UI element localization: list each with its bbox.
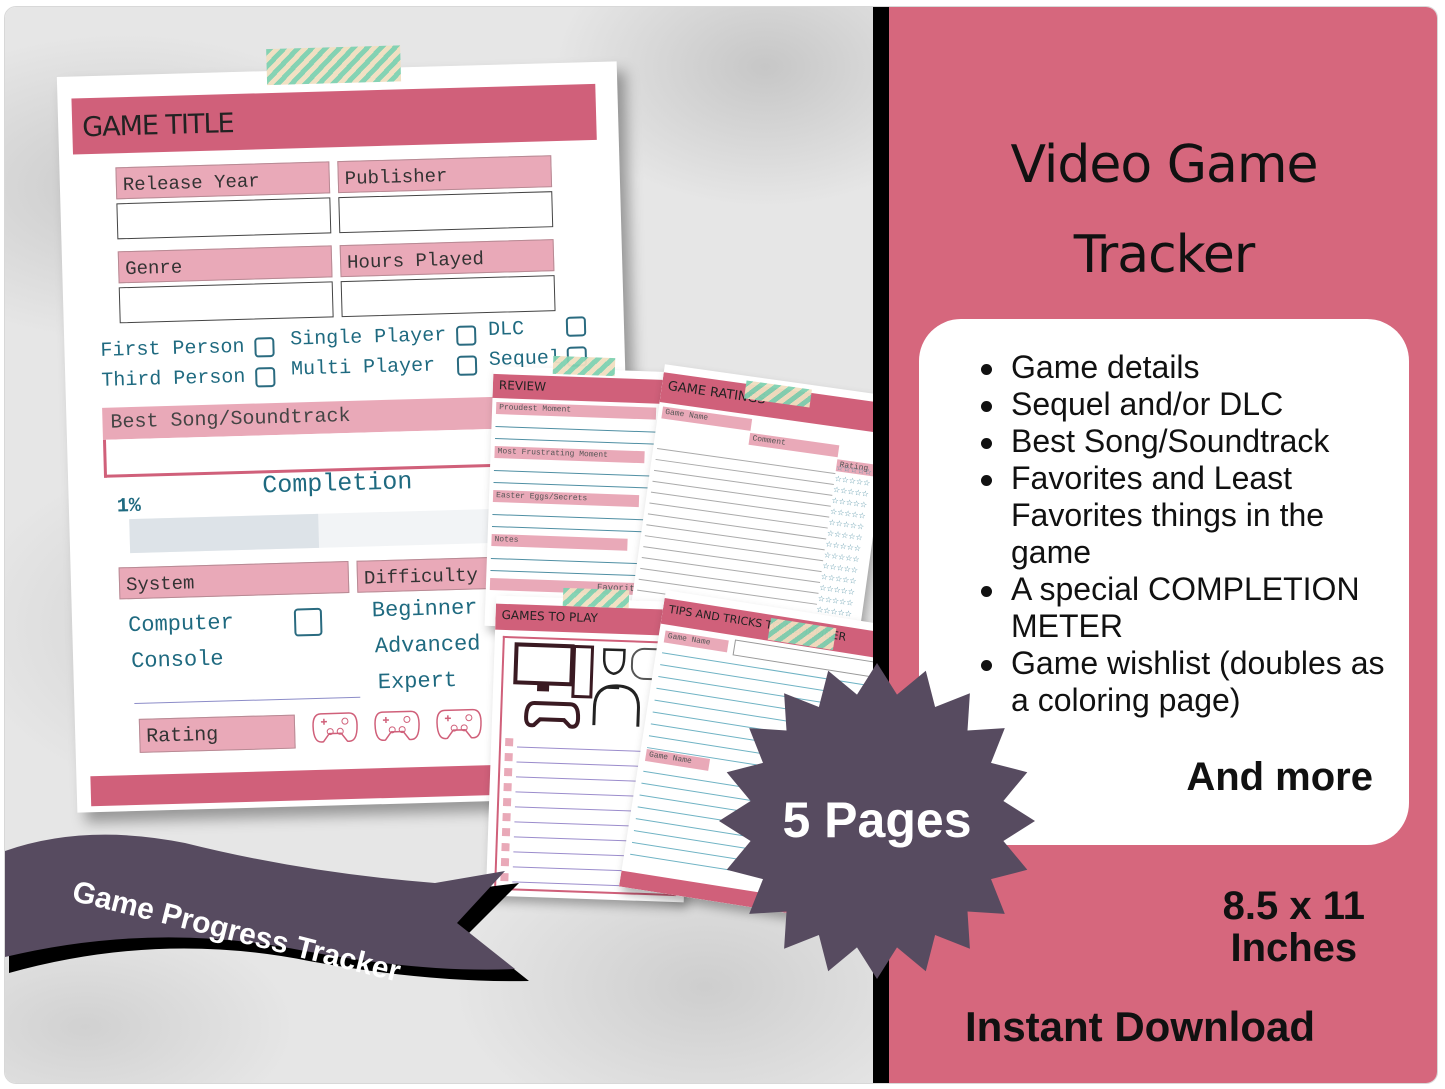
difficulty-option-expert: Expert [377, 668, 458, 696]
third-person-checkbox[interactable] [255, 366, 276, 388]
ratings-row-line [652, 480, 831, 507]
dlc-option: DLC [487, 318, 525, 343]
ratings-row-line [650, 491, 830, 518]
product-title-line1: Video Game [1010, 135, 1318, 195]
washi-tape [552, 355, 616, 377]
features-list: Game details Sequel and/or DLC Best Song… [981, 349, 1401, 719]
review-section: Most Frustrating Moment [494, 446, 645, 464]
feature-item: Favorites and Least Favorites things in … [981, 460, 1401, 571]
dlc-checkbox[interactable] [565, 316, 587, 337]
review-title: REVIEW [498, 378, 547, 394]
game-title: GAME TITLE [81, 108, 235, 144]
ratings-header: GAME RATINGS [659, 372, 892, 434]
page-size-line1: 8.5 x 11 [1222, 884, 1365, 928]
first-person-option: First Person [100, 335, 245, 363]
instant-download-text: Instant Download [965, 1003, 1315, 1050]
and-more-text: And more [1186, 755, 1373, 799]
feature-item: Game details [981, 349, 1401, 386]
writing-line [493, 470, 658, 477]
ratings-col-comment: Comment [748, 432, 840, 458]
wishlist-checkbox[interactable] [504, 753, 513, 762]
multi-player-option: Multi Player [290, 354, 436, 382]
feature-item: Best Song/Soundtrack [981, 423, 1401, 460]
writing-line [491, 525, 656, 533]
washi-tape [266, 45, 402, 86]
product-image: GAME TITLE Release Year Publisher Genre … [4, 6, 1438, 1084]
review-section: Notes [491, 533, 628, 551]
review-section: Proudest Moment [495, 402, 657, 420]
review-section: Easter Eggs/Secrets [492, 490, 640, 508]
writing-line [493, 482, 658, 489]
page-size-line2: Inches [1230, 926, 1358, 970]
washi-tape [562, 587, 630, 609]
ratings-row-line [641, 556, 821, 584]
best-song-label: Best Song/Soundtrack [110, 404, 351, 435]
rating-label: Rating [138, 714, 296, 753]
writing-line [490, 557, 655, 565]
publisher-label: Publisher [337, 155, 553, 194]
single-player-checkbox[interactable] [455, 325, 477, 346]
sheet-header: GAME TITLE [71, 83, 597, 155]
divider-line [134, 696, 361, 705]
wishlist-checkbox[interactable] [504, 768, 513, 777]
wishlist-checkbox[interactable] [503, 783, 512, 792]
tips-game-name-label: Game Name [663, 630, 729, 653]
feature-item: Game wishlist (doubles as a coloring pag… [981, 645, 1401, 719]
genre-field[interactable] [118, 281, 334, 324]
product-title-line2: Tracker [1073, 225, 1256, 285]
genre-label: Genre [117, 245, 333, 284]
difficulty-option-advanced: Advanced [374, 631, 481, 660]
hours-played-field[interactable] [340, 275, 556, 318]
ratings-row-line [644, 535, 824, 562]
page-size: 8.5 x 11 Inches [1223, 885, 1365, 969]
writing-line [490, 569, 655, 577]
pages-badge: 5 Pages [717, 661, 1037, 981]
ratings-row-line [643, 546, 822, 573]
ratings-row-line [655, 458, 834, 485]
system-option-computer: Computer [127, 610, 235, 639]
wishlist-checkbox[interactable] [505, 738, 514, 747]
completion-meter-fill [129, 513, 320, 554]
first-person-checkbox[interactable] [254, 336, 275, 358]
review-header: REVIEW [492, 373, 674, 405]
system-label: System [118, 561, 350, 600]
controller-icon[interactable] [373, 707, 422, 744]
release-year-field[interactable] [116, 197, 332, 240]
ratings-row-line [649, 502, 828, 529]
publisher-field[interactable] [338, 191, 554, 234]
wishlist-checkbox[interactable] [502, 798, 512, 807]
controller-icon[interactable] [435, 705, 484, 742]
writing-line [492, 513, 657, 521]
third-person-option: Third Person [101, 365, 246, 393]
writing-line [495, 438, 659, 445]
release-year-label: Release Year [115, 161, 331, 200]
completion-percent: 1% [116, 494, 142, 519]
hours-played-label: Hours Played [339, 239, 555, 278]
gtp-title: GAMES TO PLAY [501, 607, 599, 626]
completion-label: Completion [261, 467, 413, 501]
pages-badge-text: 5 Pages [782, 792, 972, 848]
controller-icon[interactable] [311, 709, 360, 746]
feature-item: Sequel and/or DLC [981, 386, 1401, 423]
single-player-option: Single Player [289, 324, 447, 352]
computer-checkbox[interactable] [293, 607, 323, 637]
writing-line [495, 426, 660, 433]
ratings-row-line [646, 524, 825, 551]
feature-item: A special COMPLETION METER [981, 571, 1401, 645]
system-option-console: Console [130, 646, 224, 675]
multi-player-checkbox[interactable] [456, 355, 478, 376]
difficulty-option-beginner: Beginner [371, 595, 478, 624]
ratings-row-line [653, 469, 833, 496]
ratings-row-line [647, 513, 827, 540]
